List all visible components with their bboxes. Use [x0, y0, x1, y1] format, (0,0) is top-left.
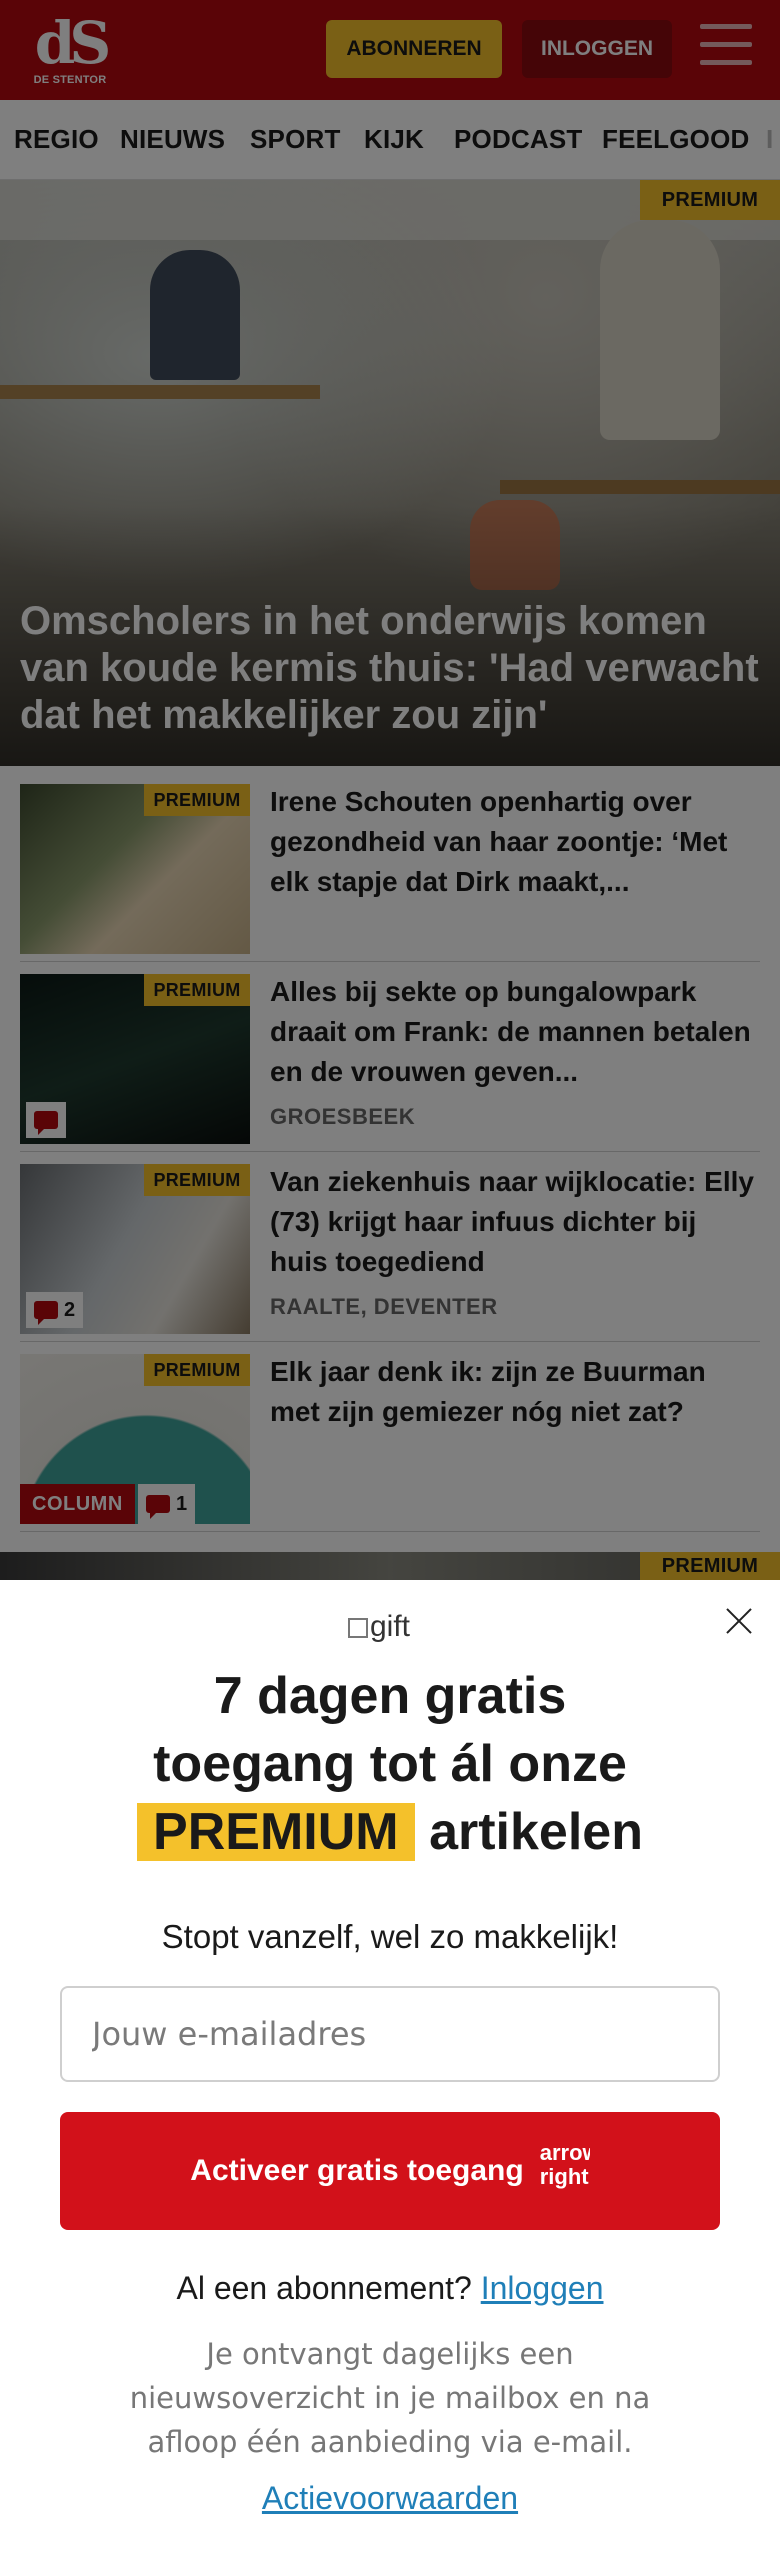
- premium-highlight: PREMIUM: [137, 1803, 415, 1861]
- activate-label: Activeer gratis toegang: [190, 2154, 524, 2187]
- headline-line-1: 7 dagen gratis: [213, 1667, 567, 1725]
- headline-tail: artikelen: [429, 1803, 643, 1861]
- popup-subline: Stopt vanzelf, wel zo makkelijk!: [161, 1918, 619, 1955]
- existing-subscription: Al een abonnement? Inloggen: [0, 2270, 780, 2307]
- popup-info-text: Je ontvangt dagelijks een nieuwsoverzich…: [129, 2337, 651, 2459]
- popup-headline: 7 dagen gratis toegang tot ál onze PREMI…: [0, 1662, 780, 1866]
- terms-link[interactable]: Actievoorwaarden: [0, 2480, 780, 2517]
- login-link[interactable]: Inloggen: [481, 2270, 604, 2306]
- headline-line-2: toegang tot ál onze: [153, 1735, 627, 1793]
- email-field[interactable]: [60, 1986, 720, 2082]
- premium-trial-popup: gift 7 dagen gratis toegang tot ál onze …: [0, 1580, 780, 2560]
- activate-button[interactable]: Activeer gratis toegang arrow right: [60, 2112, 720, 2230]
- gift-icon: gift: [348, 1610, 410, 1644]
- existing-subscription-text: Al een abonnement?: [176, 2270, 472, 2306]
- modal-backdrop[interactable]: [0, 0, 780, 1580]
- arrow-right-icon: arrow right: [539, 2141, 590, 2189]
- close-icon[interactable]: [722, 1604, 756, 1638]
